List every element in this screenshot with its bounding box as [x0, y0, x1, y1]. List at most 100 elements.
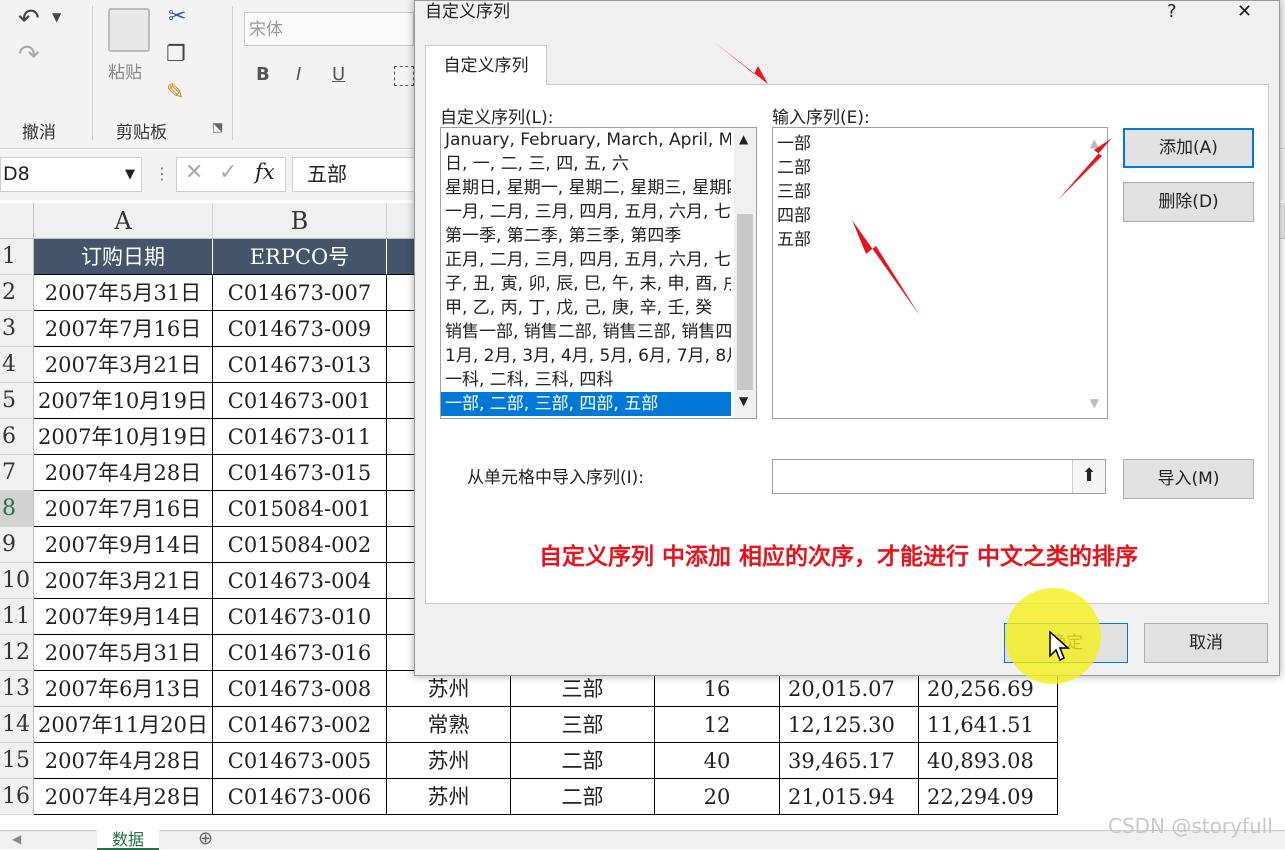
row-header[interactable]: 6	[0, 419, 34, 455]
redo-icon[interactable]: ↷	[18, 40, 40, 70]
custom-list-item[interactable]: 第一季, 第二季, 第三季, 第四季	[441, 224, 731, 248]
cancel-icon[interactable]: ✕	[185, 160, 203, 185]
row-header[interactable]: 11	[0, 599, 34, 635]
table-cell[interactable]: 苏州	[387, 743, 511, 779]
table-cell[interactable]: 2007年10月19日	[34, 383, 213, 419]
row-header[interactable]: 16	[0, 779, 34, 815]
table-cell[interactable]: C014673-005	[213, 743, 387, 779]
chevron-down-icon[interactable]: ▼	[125, 158, 135, 191]
table-cell[interactable]: 2007年7月16日	[34, 491, 213, 527]
table-cell[interactable]: 39,465.17	[780, 743, 919, 779]
row-header[interactable]: 3	[0, 311, 34, 347]
table-cell[interactable]: 2007年10月19日	[34, 419, 213, 455]
row-header[interactable]: 9	[0, 527, 34, 563]
table-cell[interactable]: C015084-002	[213, 527, 387, 563]
add-button[interactable]: 添加(A)	[1123, 128, 1254, 168]
scroll-down-icon[interactable]: ▼	[739, 394, 748, 408]
table-cell[interactable]: C014673-009	[213, 311, 387, 347]
column-header-b[interactable]: B	[213, 203, 387, 239]
row-header[interactable]: 12	[0, 635, 34, 671]
table-cell[interactable]: C014673-015	[213, 455, 387, 491]
table-cell[interactable]: C014673-006	[213, 779, 387, 815]
custom-list-item[interactable]: 销售一部, 销售二部, 销售三部, 销售四部	[441, 320, 731, 344]
function-icon[interactable]: fx	[255, 160, 275, 184]
font-name-box[interactable]: 宋体	[244, 12, 414, 46]
row-header[interactable]: 10	[0, 563, 34, 599]
import-range-input[interactable]: ⬆	[772, 459, 1106, 494]
add-sheet-icon[interactable]: ⊕	[198, 828, 213, 849]
table-cell[interactable]: 三部	[511, 707, 655, 743]
scroll-thumb[interactable]	[737, 214, 753, 390]
row-header[interactable]: 15	[0, 743, 34, 779]
table-cell[interactable]: 2007年11月20日	[34, 707, 213, 743]
format-painter-icon[interactable]: ✎	[166, 80, 184, 105]
custom-list-item[interactable]: 一月, 二月, 三月, 四月, 五月, 六月, 七月	[441, 200, 731, 224]
dialog-launcher-icon[interactable]: ⬔	[212, 120, 223, 134]
table-cell[interactable]: 11,641.51	[919, 707, 1058, 743]
table-cell[interactable]: 2007年9月14日	[34, 599, 213, 635]
table-cell[interactable]: 二部	[511, 743, 655, 779]
custom-list-item[interactable]: 一科, 二科, 三科, 四科	[441, 368, 731, 392]
range-select-icon[interactable]: ⬆	[1072, 460, 1105, 493]
name-box[interactable]: D8 ▼	[0, 157, 142, 192]
clipboard-paste-icon[interactable]	[108, 8, 150, 52]
cancel-button[interactable]: 取消	[1144, 623, 1268, 663]
undo-icon[interactable]: ↶	[18, 4, 40, 34]
table-cell[interactable]: C014673-007	[213, 275, 387, 311]
column-header-a[interactable]: A	[34, 203, 213, 239]
scroll-up-icon[interactable]: ▲	[739, 132, 748, 146]
table-cell[interactable]: 三部	[511, 671, 655, 707]
row-header[interactable]: 5	[0, 383, 34, 419]
custom-lists-listbox[interactable]: January, February, March, April, May, Ju…	[440, 127, 757, 419]
table-cell[interactable]: 2007年9月14日	[34, 527, 213, 563]
table-cell[interactable]: 苏州	[387, 779, 511, 815]
table-cell[interactable]: 2007年3月21日	[34, 347, 213, 383]
table-cell[interactable]: C014673-013	[213, 347, 387, 383]
table-cell[interactable]: C015084-001	[213, 491, 387, 527]
help-icon[interactable]: ?	[1167, 1, 1177, 22]
custom-list-item[interactable]: 子, 丑, 寅, 卯, 辰, 巳, 午, 未, 申, 酉, 戌, 亥	[441, 272, 731, 296]
table-cell[interactable]: 2007年3月21日	[34, 563, 213, 599]
delete-button[interactable]: 删除(D)	[1123, 182, 1254, 222]
table-cell[interactable]: 二部	[511, 779, 655, 815]
table-cell[interactable]: 22,294.09	[919, 779, 1058, 815]
custom-list-item[interactable]: 日, 一, 二, 三, 四, 五, 六	[441, 152, 731, 176]
bold-button[interactable]: B	[256, 64, 270, 85]
row-header[interactable]: 2	[0, 275, 34, 311]
table-cell[interactable]: C014673-008	[213, 671, 387, 707]
row-header[interactable]: 14	[0, 707, 34, 743]
table-cell[interactable]: C014673-001	[213, 383, 387, 419]
custom-list-item[interactable]: 1月, 2月, 3月, 4月, 5月, 6月, 7月, 8月	[441, 344, 731, 368]
table-cell[interactable]: C014673-004	[213, 563, 387, 599]
row-header[interactable]: 7	[0, 455, 34, 491]
table-cell[interactable]: 2007年7月16日	[34, 311, 213, 347]
table-cell[interactable]: C014673-010	[213, 599, 387, 635]
table-cell[interactable]: 2007年4月28日	[34, 743, 213, 779]
sheet-tab-data[interactable]: 数据	[97, 830, 159, 850]
table-cell[interactable]: 12,125.30	[780, 707, 919, 743]
scroll-left-icon[interactable]: ◀	[12, 832, 21, 846]
textarea-scroll-down-icon[interactable]: ▼	[1090, 396, 1099, 410]
table-cell[interactable]: 40,893.08	[919, 743, 1058, 779]
table-cell[interactable]: 2007年5月31日	[34, 275, 213, 311]
table-cell[interactable]: 2007年6月13日	[34, 671, 213, 707]
listbox-scrollbar[interactable]: ▲ ▼	[734, 128, 756, 418]
row-header[interactable]: 13	[0, 671, 34, 707]
custom-list-item[interactable]: 正月, 二月, 三月, 四月, 五月, 六月, 七月	[441, 248, 731, 272]
table-cell[interactable]: 40	[655, 743, 780, 779]
table-cell[interactable]: 16	[655, 671, 780, 707]
custom-list-item[interactable]: 一部, 二部, 三部, 四部, 五部	[441, 392, 731, 416]
close-icon[interactable]: ✕	[1237, 1, 1252, 22]
table-cell[interactable]: 常熟	[387, 707, 511, 743]
row-header[interactable]: 1	[0, 239, 34, 275]
select-all-corner[interactable]	[0, 203, 34, 239]
table-cell[interactable]: 苏州	[387, 671, 511, 707]
scissors-icon[interactable]: ✂	[168, 4, 186, 29]
border-icon[interactable]	[394, 66, 414, 86]
custom-list-item[interactable]: 甲, 乙, 丙, 丁, 戊, 己, 庚, 辛, 壬, 癸	[441, 296, 731, 320]
undo-dropdown-icon[interactable]: ▼	[52, 10, 61, 24]
table-cell[interactable]: 20	[655, 779, 780, 815]
table-cell[interactable]: 2007年4月28日	[34, 455, 213, 491]
table-cell[interactable]: 21,015.94	[780, 779, 919, 815]
custom-list-item[interactable]: January, February, March, April, May, Ju…	[441, 128, 731, 152]
